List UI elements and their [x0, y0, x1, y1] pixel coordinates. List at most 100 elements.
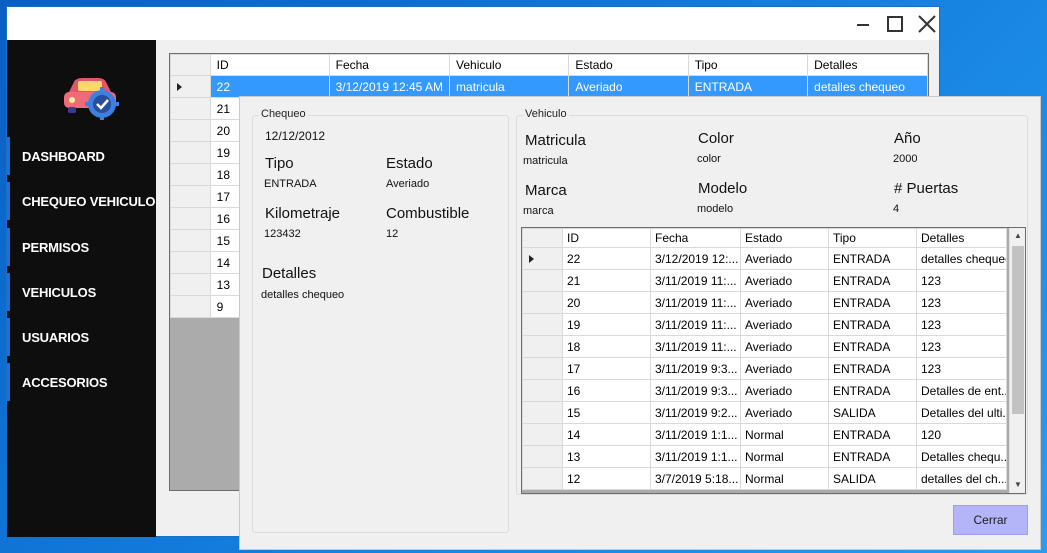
- vehiculo-chequeos-grid[interactable]: ID Fecha Estado Tipo Detalles 22 3/12/201…: [521, 227, 1026, 494]
- table-cell[interactable]: 123: [916, 313, 1007, 336]
- row-selector[interactable]: [522, 335, 563, 358]
- scroll-down-icon[interactable]: ▼: [1014, 480, 1022, 489]
- row-selector[interactable]: [522, 357, 563, 380]
- table-cell[interactable]: 3/12/2019 12:...: [650, 247, 741, 270]
- table-cell[interactable]: ENTRADA: [828, 269, 917, 292]
- row-selector[interactable]: [170, 97, 211, 120]
- row-selector[interactable]: [170, 207, 211, 230]
- table-cell[interactable]: 3/11/2019 9:3...: [650, 357, 741, 380]
- table-row[interactable]: 20 3/11/2019 11:... Averiado ENTRADA 123: [522, 291, 1007, 314]
- table-row[interactable]: 15 3/11/2019 9:2... Averiado SALIDA Detalles…: [522, 401, 1007, 424]
- close-button[interactable]: Cerrar: [953, 505, 1028, 535]
- table-row[interactable]: 21 3/11/2019 11:... Averiado ENTRADA 123: [522, 269, 1007, 292]
- table-cell[interactable]: matricula: [449, 75, 570, 98]
- table-cell[interactable]: SALIDA: [828, 401, 917, 424]
- table-cell[interactable]: Averiado: [740, 291, 829, 314]
- table-cell[interactable]: 3/11/2019 11:...: [650, 313, 741, 336]
- table-cell[interactable]: 22: [209, 75, 330, 98]
- table-cell[interactable]: 13: [562, 445, 651, 468]
- table-cell[interactable]: 123: [916, 269, 1007, 292]
- table-cell[interactable]: Averiado: [740, 335, 829, 358]
- table-cell[interactable]: Averiado: [740, 379, 829, 402]
- table-cell[interactable]: ENTRADA: [828, 291, 917, 314]
- table-cell[interactable]: detalles chequeo: [916, 247, 1007, 270]
- row-selector[interactable]: [170, 229, 211, 252]
- table-cell[interactable]: 3/11/2019 9:2...: [650, 401, 741, 424]
- table-cell[interactable]: ENTRADA: [828, 357, 917, 380]
- table-cell[interactable]: 3/11/2019 1:1...: [650, 445, 741, 468]
- column-header-fecha[interactable]: Fecha: [328, 54, 451, 76]
- column-header-id[interactable]: ID: [209, 54, 330, 76]
- table-cell[interactable]: ENTRADA: [828, 247, 917, 270]
- table-cell[interactable]: Averiado: [740, 401, 829, 424]
- scrollbar-thumb[interactable]: [1012, 246, 1024, 414]
- table-cell[interactable]: ENTRADA: [828, 423, 917, 446]
- table-cell[interactable]: 3/7/2019 5:18...: [650, 467, 741, 490]
- table-cell[interactable]: 16: [562, 379, 651, 402]
- table-cell[interactable]: 20: [562, 291, 651, 314]
- row-selector[interactable]: [170, 75, 211, 98]
- row-selector[interactable]: [170, 163, 211, 186]
- row-selector[interactable]: [522, 379, 563, 402]
- row-selector[interactable]: [170, 251, 211, 274]
- table-cell[interactable]: 17: [562, 357, 651, 380]
- row-selector[interactable]: [170, 119, 211, 142]
- table-cell[interactable]: 3/11/2019 11:...: [650, 269, 741, 292]
- table-cell[interactable]: 120: [916, 423, 1007, 446]
- column-header-detalles[interactable]: Detalles: [807, 54, 928, 76]
- row-selector[interactable]: [522, 269, 563, 292]
- table-cell[interactable]: detalles del ch...: [916, 467, 1007, 490]
- row-selector[interactable]: [522, 313, 563, 336]
- row-selector[interactable]: [522, 445, 563, 468]
- table-cell[interactable]: Normal: [740, 467, 829, 490]
- title-bar[interactable]: [7, 7, 939, 40]
- table-cell[interactable]: Detalles de ent...: [916, 379, 1007, 402]
- minimize-button[interactable]: [847, 7, 879, 40]
- table-cell[interactable]: Averiado: [568, 75, 689, 98]
- row-selector[interactable]: [522, 467, 563, 490]
- row-selector[interactable]: [522, 423, 563, 446]
- table-cell[interactable]: Normal: [740, 423, 829, 446]
- table-row[interactable]: 17 3/11/2019 9:3... Averiado ENTRADA 123: [522, 357, 1007, 380]
- table-cell[interactable]: 123: [916, 357, 1007, 380]
- table-cell[interactable]: 22: [562, 247, 651, 270]
- column-header-estado[interactable]: Estado: [568, 54, 689, 76]
- row-selector[interactable]: [170, 141, 211, 164]
- column-header-estado[interactable]: Estado: [740, 228, 829, 248]
- column-header-tipo[interactable]: Tipo: [687, 54, 809, 76]
- table-cell[interactable]: detalles chequeo: [807, 75, 928, 98]
- scroll-up-icon[interactable]: ▲: [1014, 231, 1022, 240]
- column-header-tipo[interactable]: Tipo: [828, 228, 917, 248]
- table-cell[interactable]: 18: [562, 335, 651, 358]
- table-row[interactable]: 16 3/11/2019 9:3... Averiado ENTRADA Detalle…: [522, 379, 1007, 402]
- table-cell[interactable]: 3/11/2019 11:...: [650, 335, 741, 358]
- sidebar-item-dashboard[interactable]: DASHBOARD: [7, 137, 156, 175]
- table-cell[interactable]: ENTRADA: [828, 379, 917, 402]
- table-row[interactable]: 18 3/11/2019 11:... Averiado ENTRADA 123: [522, 335, 1007, 358]
- table-cell[interactable]: 123: [916, 335, 1007, 358]
- table-row[interactable]: 13 3/11/2019 1:1... Normal ENTRADA Detalles …: [522, 445, 1007, 468]
- table-cell[interactable]: ENTRADA: [828, 313, 917, 336]
- table-cell[interactable]: 123: [916, 291, 1007, 314]
- row-selector[interactable]: [522, 291, 563, 314]
- column-header-detalles[interactable]: Detalles: [916, 228, 1007, 248]
- row-selector[interactable]: [522, 247, 563, 270]
- table-cell[interactable]: 15: [562, 401, 651, 424]
- table-cell[interactable]: Averiado: [740, 313, 829, 336]
- table-cell[interactable]: 19: [562, 313, 651, 336]
- row-selector[interactable]: [170, 273, 211, 296]
- table-cell[interactable]: 3/12/2019 12:45 AM: [328, 75, 451, 98]
- table-cell[interactable]: Averiado: [740, 247, 829, 270]
- table-cell[interactable]: 12: [562, 467, 651, 490]
- maximize-button[interactable]: [879, 7, 911, 40]
- table-row[interactable]: 14 3/11/2019 1:1... Normal ENTRADA 120: [522, 423, 1007, 446]
- sidebar-item-chequeo-vehiculo[interactable]: CHEQUEO VEHICULO: [7, 182, 156, 220]
- sidebar-item-usuarios[interactable]: USUARIOS: [7, 318, 156, 356]
- table-cell[interactable]: 14: [562, 423, 651, 446]
- table-cell[interactable]: Averiado: [740, 357, 829, 380]
- vertical-scrollbar[interactable]: ▲ ▼: [1009, 228, 1025, 493]
- table-cell[interactable]: 21: [562, 269, 651, 292]
- table-cell[interactable]: 3/11/2019 9:3...: [650, 379, 741, 402]
- row-selector[interactable]: [522, 401, 563, 424]
- table-cell[interactable]: 3/11/2019 1:1...: [650, 423, 741, 446]
